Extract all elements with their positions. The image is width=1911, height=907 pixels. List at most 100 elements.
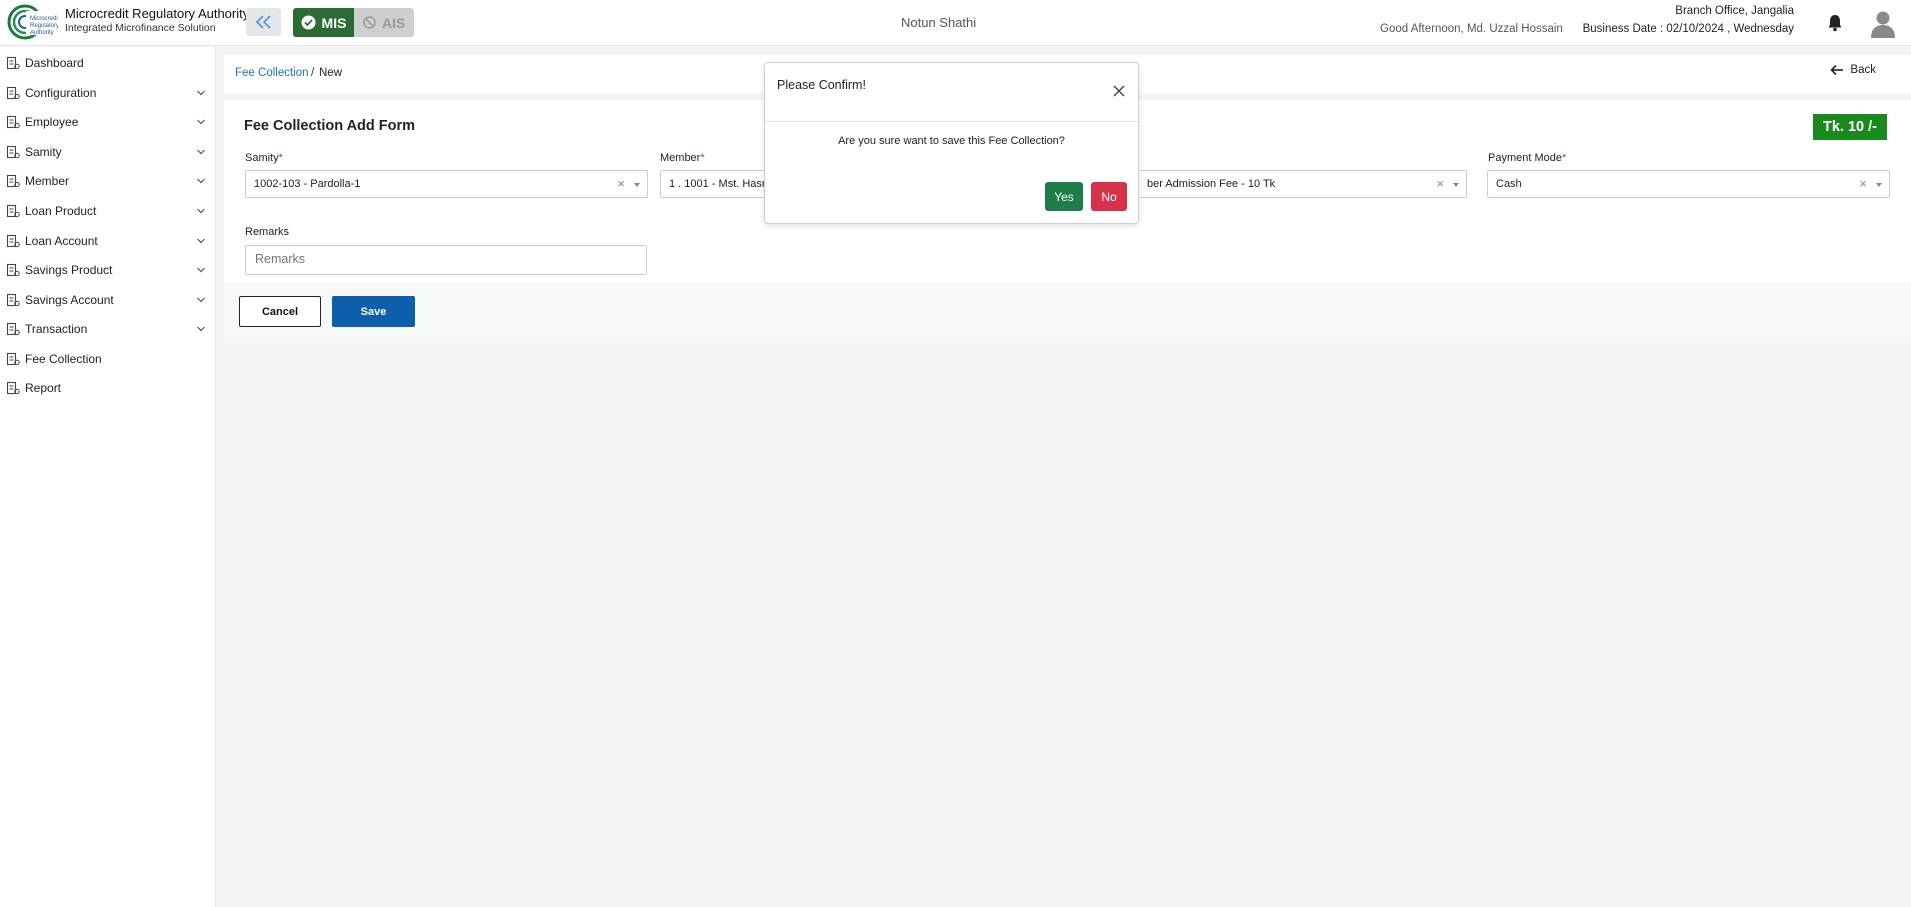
sidebar-item-dashboard[interactable]: Dashboard (0, 48, 216, 78)
samity-clear-icon[interactable]: × (617, 176, 625, 191)
transaction-icon (6, 322, 20, 336)
sidebar-item-label: Loan Product (25, 204, 97, 218)
fee-type-caret-icon (1453, 183, 1459, 187)
cancel-button[interactable]: Cancel (239, 296, 321, 327)
dialog-message: Are you sure want to save this Fee Colle… (838, 135, 1065, 147)
sidebar-item-fee-collection[interactable]: Fee Collection (0, 344, 216, 374)
mis-label: MIS (321, 14, 347, 31)
dialog-title: Please Confirm! (777, 78, 866, 92)
fee-type-value: ber Admission Fee - 10 Tk (1147, 178, 1276, 190)
sidebar-item-transaction[interactable]: Transaction (0, 314, 216, 344)
brand-subtitle: Integrated Microfinance Solution (65, 22, 216, 34)
sidebar-item-configuration[interactable]: Configuration (0, 78, 216, 108)
sidebar-item-label: Transaction (25, 322, 88, 336)
payment-mode-label: Payment Mode* (1488, 152, 1567, 164)
no-button[interactable]: No (1091, 182, 1127, 211)
yes-button[interactable]: Yes (1045, 182, 1083, 211)
mis-mode-button[interactable]: MIS (293, 8, 354, 37)
member-icon (6, 174, 20, 188)
app-header: Microcredit Regulatory Authority Microcr… (0, 0, 1911, 46)
remarks-label: Remarks (245, 226, 290, 238)
sidebar-item-employee[interactable]: Employee (0, 107, 216, 137)
sidebar-item-loan-product[interactable]: Loan Product (0, 196, 216, 226)
sidebar-item-label: Fee Collection (25, 352, 102, 366)
organization-name: Notun Shathi (901, 15, 977, 30)
sidebar-item-label: Configuration (25, 86, 97, 100)
chevron-down-icon (197, 326, 205, 332)
sidebar-item-label: Savings Account (25, 293, 114, 307)
sidebar: Dashboard Configuration Employee Samity Memb… (0, 47, 216, 907)
sidebar-item-loan-account[interactable]: Loan Account (0, 226, 216, 256)
back-label: Back (1850, 64, 1876, 76)
chevron-down-icon (197, 208, 205, 214)
sidebar-item-label: Member (25, 174, 70, 188)
confirm-dialog: Please Confirm! Are you sure want to sav… (764, 62, 1139, 224)
form-title: Fee Collection Add Form (244, 118, 416, 134)
samity-select[interactable]: 1002-103 - Pardolla-1 × (245, 170, 648, 198)
chevron-down-icon (197, 267, 205, 273)
chevron-down-icon (197, 90, 205, 96)
sidebar-item-label: Report (25, 381, 62, 395)
back-button[interactable]: Back (1830, 64, 1876, 76)
sidebar-item-samity[interactable]: Samity (0, 137, 216, 167)
loan-product-icon (6, 204, 20, 218)
payment-mode-value: Cash (1496, 178, 1522, 190)
employee-icon (6, 115, 20, 129)
remarks-input[interactable] (245, 245, 647, 275)
close-icon[interactable] (1113, 85, 1125, 97)
samity-caret-icon (634, 183, 640, 187)
chevron-down-icon (197, 178, 205, 184)
double-chevron-left-icon (255, 15, 271, 29)
savings-product-icon (6, 263, 20, 277)
ban-icon (363, 16, 376, 29)
breadcrumb-separator: / (311, 67, 315, 79)
branch-office: Branch Office, Jangalia (1675, 5, 1794, 17)
sidebar-item-label: Savings Product (25, 263, 113, 277)
breadcrumb-current: New (319, 67, 343, 79)
payment-mode-select[interactable]: Cash × (1487, 170, 1890, 198)
sliders-icon (6, 86, 20, 100)
mra-logo: Microcredit Regulatory Authority (7, 4, 58, 40)
business-date: Business Date : 02/10/2024 , Wednesday (1582, 23, 1794, 35)
samity-value: 1002-103 - Pardolla-1 (254, 178, 361, 190)
fee-type-clear-icon[interactable]: × (1436, 176, 1444, 191)
form-actions: Cancel Save (224, 282, 1911, 342)
chevron-down-icon (197, 149, 205, 155)
dashboard-icon (6, 56, 20, 70)
amount-badge: Tk. 10 /- (1813, 114, 1887, 140)
member-value: 1 . 1001 - Mst. Hasna (669, 178, 775, 190)
svg-text:Microcredit: Microcredit (30, 16, 58, 22)
sidebar-item-savings-product[interactable]: Savings Product (0, 255, 216, 285)
samity-label: Samity* (245, 152, 283, 164)
savings-account-icon (6, 293, 20, 307)
sidebar-collapse-button[interactable] (246, 8, 281, 36)
fee-collection-icon (6, 352, 20, 366)
ais-label: AIS (381, 14, 406, 31)
member-label: Member* (660, 152, 705, 164)
sidebar-item-savings-account[interactable]: Savings Account (0, 285, 216, 315)
fee-type-select[interactable]: ber Admission Fee - 10 Tk × (1139, 170, 1467, 198)
svg-text:Authority: Authority (30, 30, 54, 36)
notification-bell-icon[interactable] (1827, 14, 1843, 32)
save-button[interactable]: Save (332, 296, 415, 327)
sidebar-item-label: Samity (25, 145, 62, 159)
sidebar-item-member[interactable]: Member (0, 166, 216, 196)
mode-toggle: MIS AIS (293, 8, 414, 37)
dialog-divider (765, 121, 1138, 122)
payment-mode-caret-icon (1876, 183, 1882, 187)
chevron-down-icon (197, 119, 205, 125)
breadcrumb-fee-collection-link[interactable]: Fee Collection (235, 67, 309, 79)
chevron-down-icon (197, 238, 205, 244)
svg-text:Regulatory: Regulatory (30, 23, 58, 29)
sidebar-item-label: Dashboard (25, 56, 84, 70)
sidebar-item-report[interactable]: Report (0, 373, 216, 403)
arrow-left-icon (1830, 64, 1844, 76)
brand-title: Microcredit Regulatory Authority (65, 6, 250, 21)
user-avatar-icon[interactable] (1868, 8, 1898, 38)
report-icon (6, 381, 20, 395)
payment-mode-clear-icon[interactable]: × (1859, 176, 1867, 191)
sidebar-item-label: Loan Account (25, 234, 98, 248)
samity-icon (6, 145, 20, 159)
user-greeting: Good Afternoon, Md. Uzzal Hossain (1380, 23, 1563, 35)
ais-mode-button[interactable]: AIS (354, 8, 414, 37)
